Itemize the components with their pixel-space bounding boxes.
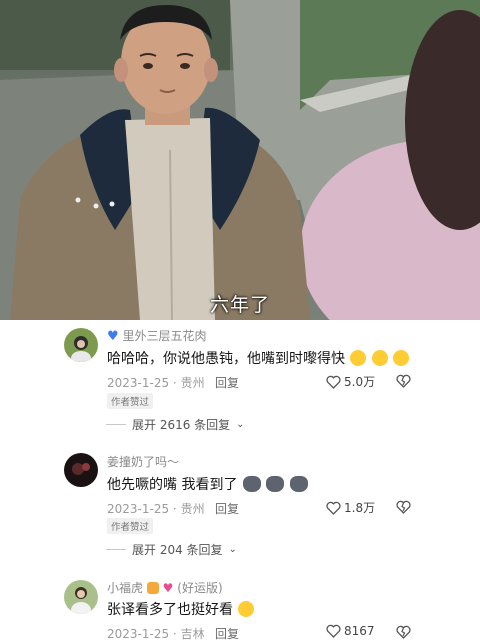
avatar-image xyxy=(64,328,98,362)
username[interactable]: 姜撞奶了吗～ xyxy=(107,453,179,470)
comment-meta: 2023-1-25 · 吉林 xyxy=(107,627,205,641)
comment-list: ♥ 里外三层五花肉 哈哈哈，你说他愚钝，他嘴到时嚟得快 2023-1-25 · … xyxy=(0,320,480,643)
comment-meta: 2023-1-25 · 贵州 xyxy=(107,376,205,390)
like-count: 5.0万 xyxy=(344,375,376,389)
hearts-icon: ♥ xyxy=(162,581,174,595)
expand-replies-button[interactable]: 展开 2616 条回复 ⌄ xyxy=(106,416,245,433)
tiger-icon xyxy=(146,582,159,594)
username[interactable]: ♥ 里外三层五花肉 xyxy=(107,327,207,344)
username[interactable]: 小福虎 ♥ (好运版) xyxy=(107,579,223,596)
like-count: 8167 xyxy=(344,624,375,638)
avatar[interactable] xyxy=(64,328,98,362)
chevron-down-icon: ⌄ xyxy=(228,544,237,555)
like-button[interactable]: 8167 xyxy=(326,624,375,638)
heart-outline-icon xyxy=(326,501,341,515)
avatar-image xyxy=(64,453,98,487)
like-button[interactable]: 1.8万 xyxy=(326,499,375,516)
comment-meta: 2023-1-25 · 贵州 xyxy=(107,502,205,516)
author-liked-badge: 作者赞过 xyxy=(107,518,154,534)
reply-button[interactable]: 回复 xyxy=(215,625,239,642)
video-subtitle: 六年了 xyxy=(209,294,270,316)
crying-laugh-emoji xyxy=(371,350,388,366)
video-scene xyxy=(0,0,480,320)
author-liked-badge: 作者赞过 xyxy=(107,393,154,409)
avatar-image xyxy=(64,580,98,614)
comment-text: 他先噘的嘴 我看到了 xyxy=(107,474,308,494)
dislike-button[interactable] xyxy=(396,624,411,643)
divider-line xyxy=(106,424,126,425)
comment-text: 张译看多了也挺好看 xyxy=(107,599,255,619)
like-count: 1.8万 xyxy=(344,501,376,515)
broken-heart-icon xyxy=(396,625,411,639)
reply-button[interactable]: 回复 xyxy=(215,500,239,517)
crying-laugh-emoji xyxy=(350,350,367,366)
heart-outline-icon xyxy=(326,624,341,638)
reply-button[interactable]: 回复 xyxy=(215,374,239,391)
broken-heart-icon xyxy=(396,500,411,514)
crying-laugh-emoji xyxy=(393,350,410,366)
husky-emoji xyxy=(289,476,308,492)
dislike-button[interactable] xyxy=(396,499,411,518)
comment-text: 哈哈哈，你说他愚钝，他嘴到时嚟得快 xyxy=(107,348,410,368)
broken-heart-icon xyxy=(396,374,411,388)
dislike-button[interactable] xyxy=(396,373,411,392)
blue-heart-icon: ♥ xyxy=(107,329,119,344)
heart-outline-icon xyxy=(326,375,341,389)
husky-emoji xyxy=(266,476,285,492)
laughing-emoji xyxy=(238,601,255,617)
divider-line xyxy=(106,549,126,550)
video-frame[interactable]: 六年了 xyxy=(0,0,480,320)
expand-replies-button[interactable]: 展开 204 条回复 ⌄ xyxy=(106,541,237,558)
avatar[interactable] xyxy=(64,453,98,487)
husky-emoji xyxy=(242,476,261,492)
avatar[interactable] xyxy=(64,580,98,614)
chevron-down-icon: ⌄ xyxy=(236,419,245,430)
like-button[interactable]: 5.0万 xyxy=(326,373,375,390)
